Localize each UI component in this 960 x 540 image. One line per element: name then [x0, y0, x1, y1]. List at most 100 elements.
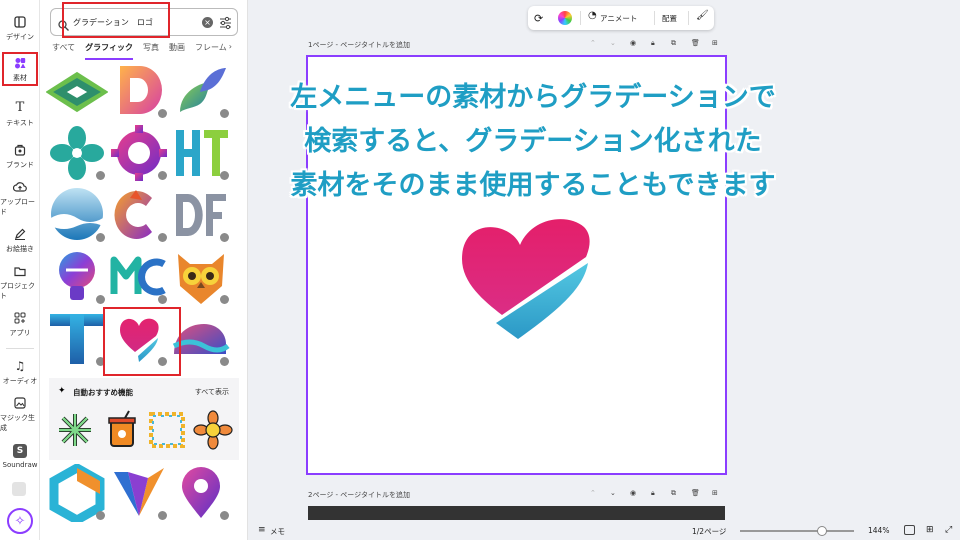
graphic-thumb[interactable]	[46, 248, 108, 306]
chevron-right-icon[interactable]: ›	[229, 42, 232, 51]
graphic-thumb[interactable]	[46, 310, 108, 368]
upload-icon	[13, 180, 27, 194]
duplicate-icon[interactable]: ⧉	[671, 39, 676, 48]
tab-all[interactable]: すべて	[52, 42, 75, 60]
rail-brand[interactable]: ブランド	[0, 136, 40, 176]
notes-icon[interactable]: ≡	[258, 525, 266, 535]
pro-crown-icon	[220, 295, 229, 304]
folder-icon	[13, 264, 27, 278]
graphic-thumb[interactable]	[46, 462, 108, 526]
soundraw-icon: S	[13, 443, 27, 458]
rotate-icon[interactable]: ⟳	[534, 12, 543, 25]
zoom-slider-knob[interactable]	[817, 526, 828, 536]
rail-text[interactable]: T テキスト	[0, 94, 40, 134]
paint-roller-icon[interactable]: 🖌	[696, 10, 709, 21]
clear-icon[interactable]: ×	[202, 17, 213, 28]
pro-crown-icon	[220, 171, 229, 180]
rail-label: オーディオ	[2, 376, 38, 385]
app-placeholder-icon[interactable]	[12, 482, 26, 496]
apps-icon	[13, 311, 27, 325]
graphic-thumb[interactable]	[108, 62, 170, 120]
design-page-2[interactable]	[308, 506, 725, 520]
animate-icon: ◔	[588, 10, 597, 21]
chevron-up-icon[interactable]: ⌃	[590, 489, 596, 497]
chevron-down-icon[interactable]: ⌄	[610, 489, 616, 497]
chevron-down-icon[interactable]: ⌄	[610, 39, 616, 47]
graphic-thumb[interactable]	[46, 186, 108, 244]
page-title[interactable]: 1ページ - ページタイトルを追加	[308, 40, 410, 50]
filter-icon[interactable]	[219, 15, 232, 34]
rail-projects[interactable]: プロジェクト	[0, 262, 40, 302]
pro-crown-icon	[158, 171, 167, 180]
rail-divider	[6, 348, 34, 349]
rail-draw[interactable]: お絵描き	[0, 220, 40, 260]
heart-gradient-graphic[interactable]	[458, 219, 594, 341]
rail-label: Soundraw	[2, 460, 38, 469]
page-title[interactable]: 2ページ - ページタイトルを追加	[308, 490, 410, 500]
eye-icon[interactable]: ◉	[630, 489, 636, 497]
zoom-slider[interactable]	[740, 526, 854, 536]
pro-crown-icon	[158, 233, 167, 242]
rail-label: お絵描き	[6, 244, 34, 253]
graphic-thumb[interactable]	[108, 124, 170, 182]
add-page-icon[interactable]: ⊞	[712, 39, 718, 47]
pages-grid-icon[interactable]: ⊞	[926, 525, 934, 535]
grid-view-icon[interactable]	[904, 525, 915, 535]
rail-label: プロジェクト	[0, 281, 35, 300]
lock-icon[interactable]: 🔒︎	[651, 39, 655, 48]
graphic-thumb[interactable]	[108, 186, 170, 244]
rail-apps[interactable]: アプリ	[0, 304, 40, 344]
graphic-thumb[interactable]	[170, 248, 232, 306]
rail-audio[interactable]: ♫ オーディオ	[0, 352, 40, 392]
rail-soundraw[interactable]: S Soundraw	[0, 436, 40, 476]
elements-panel: × すべて グラフィック 写真 動画 フレーム ›	[40, 0, 248, 540]
chevron-up-icon[interactable]: ⌃	[590, 39, 596, 47]
graphic-thumb[interactable]	[45, 62, 109, 120]
tab-videos[interactable]: 動画	[169, 42, 185, 60]
graphic-thumb[interactable]	[170, 62, 232, 120]
pro-crown-icon	[220, 233, 229, 242]
tab-photos[interactable]: 写真	[143, 42, 159, 60]
canva-editor: デザイン 素材 T テキスト ブランド アップロード お絵描き プロジェクト ア	[0, 0, 960, 540]
trash-icon[interactable]: 🗑︎	[691, 39, 700, 47]
caption-overlay: 左メニューの素材からグラデーションで 検索すると、グラデーション化された 素材を…	[236, 76, 830, 208]
graphic-thumb[interactable]	[108, 248, 170, 306]
graphic-thumb[interactable]	[108, 464, 170, 522]
lock-icon[interactable]: 🔒︎	[651, 489, 655, 498]
add-page-icon[interactable]: ⊞	[712, 489, 718, 497]
pro-crown-icon	[158, 511, 167, 520]
auto-thumb[interactable]	[101, 410, 141, 450]
graphic-thumb[interactable]	[170, 186, 232, 244]
auto-thumb[interactable]	[193, 410, 233, 450]
duplicate-icon[interactable]: ⧉	[671, 489, 676, 498]
pro-crown-icon	[96, 511, 105, 520]
zoom-level[interactable]: 144%	[868, 526, 889, 535]
auto-thumb[interactable]	[147, 410, 187, 450]
tab-graphics[interactable]: グラフィック	[85, 42, 133, 60]
rail-label: アプリ	[9, 328, 31, 337]
eye-icon[interactable]: ◉	[630, 39, 636, 47]
rail-magic-media[interactable]: マジック生成	[0, 394, 40, 434]
fullscreen-icon[interactable]: ⤢	[945, 525, 952, 535]
graphic-thumb[interactable]	[170, 124, 232, 182]
animate-button[interactable]: アニメート	[600, 13, 637, 24]
trash-icon[interactable]: 🗑︎	[691, 489, 700, 497]
notes-button[interactable]: メモ	[270, 526, 285, 537]
search-highlight-box	[62, 2, 170, 38]
rail-label: マジック生成	[0, 413, 35, 432]
magic-assistant-icon[interactable]: ✧	[7, 508, 33, 534]
rail-elements[interactable]: 素材	[2, 52, 38, 86]
auto-thumb[interactable]	[55, 410, 95, 450]
color-wheel-icon[interactable]	[558, 11, 572, 25]
auto-suggestions-title: 自動おすすめ機能	[73, 388, 133, 397]
see-all-link[interactable]: すべて表示	[195, 387, 229, 397]
rail-upload[interactable]: アップロード	[0, 178, 40, 218]
pro-crown-icon	[158, 295, 167, 304]
page-count[interactable]: 1/2ページ	[692, 526, 726, 537]
tab-frames[interactable]: フレーム	[195, 42, 227, 60]
graphic-thumb[interactable]	[46, 124, 108, 182]
music-icon: ♫	[14, 358, 26, 373]
position-button[interactable]: 配置	[662, 13, 677, 24]
rail-design[interactable]: デザイン	[0, 8, 40, 48]
graphic-thumb[interactable]	[170, 464, 232, 522]
